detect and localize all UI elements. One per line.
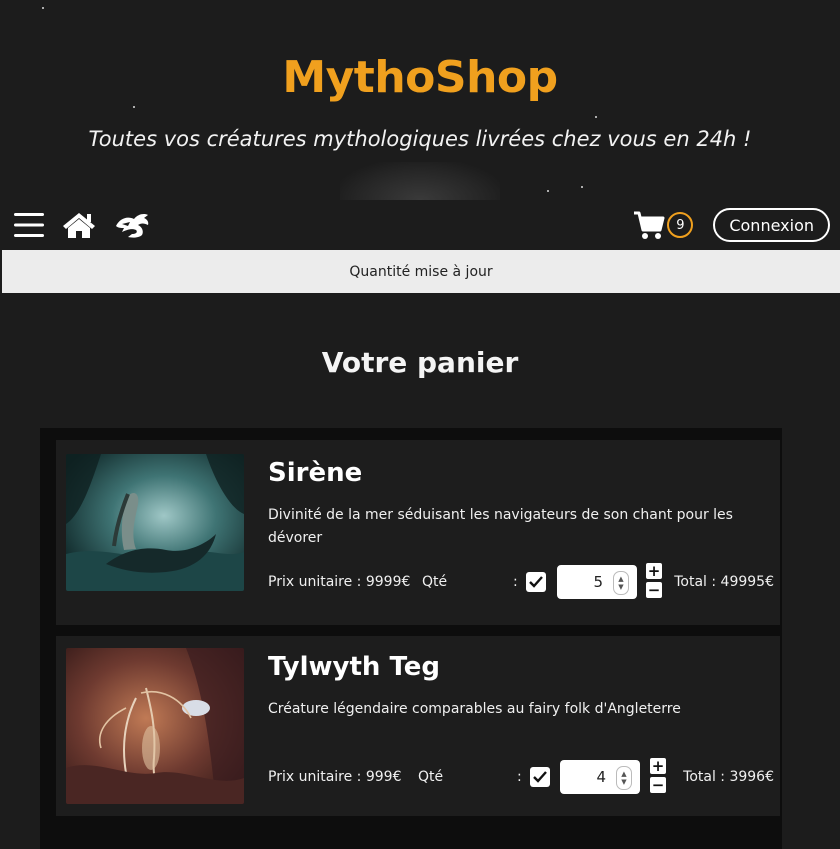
star-decoration — [42, 7, 44, 9]
quantity-colon: : — [513, 574, 518, 590]
item-description: Créature légendaire comparables au fairy… — [268, 701, 681, 717]
home-icon[interactable] — [62, 211, 96, 239]
cart-item: Tylwyth Teg Créature légendaire comparab… — [56, 636, 780, 816]
quantity-spinner[interactable]: ▲ ▼ — [613, 571, 629, 595]
item-name: Sirène — [268, 458, 363, 488]
header-glow — [340, 162, 500, 200]
cart-count-badge[interactable]: 9 — [667, 212, 694, 238]
star-decoration — [595, 116, 597, 118]
check-icon — [529, 576, 543, 588]
minus-icon[interactable]: − — [646, 582, 662, 598]
check-icon — [533, 771, 547, 783]
star-decoration — [581, 186, 583, 188]
quantity-stepper: + − — [650, 758, 666, 796]
item-description: Divinité de la mer séduisant les navigat… — [268, 507, 733, 546]
quantity-input[interactable]: 5 ▲ ▼ — [557, 565, 637, 599]
unit-price: Prix unitaire : 999€ — [268, 769, 402, 785]
navbar: 9 Connexion — [0, 200, 840, 250]
cart-list: Sirène Divinité de la mer séduisant les … — [40, 428, 782, 849]
product-image — [66, 648, 244, 804]
notification-banner: Quantité mise à jour — [2, 250, 840, 293]
quantity-label: Qté — [418, 769, 444, 785]
item-total: Total : 49995€ — [674, 574, 774, 590]
header: MythoShop Toutes vos créatures mythologi… — [0, 0, 840, 200]
dragon-icon[interactable] — [114, 210, 152, 240]
item-select-checkbox[interactable] — [526, 572, 546, 592]
cart-title: Votre panier — [321, 346, 519, 379]
item-name: Tylwyth Teg — [268, 652, 440, 682]
page: MythoShop Toutes vos créatures mythologi… — [0, 0, 840, 849]
item-controls: Prix unitaire : 9999€ Qté : 5 ▲ ▼ + − Tot… — [268, 563, 774, 601]
star-decoration — [547, 190, 549, 192]
quantity-stepper: + − — [646, 563, 662, 601]
quantity-input[interactable]: 4 ▲ ▼ — [560, 760, 640, 794]
login-button[interactable]: Connexion — [713, 208, 830, 242]
item-controls: Prix unitaire : 999€ Qté : 4 ▲ ▼ + − Tota… — [268, 758, 774, 796]
cart-icon[interactable] — [633, 210, 665, 240]
quantity-value: 5 — [593, 573, 603, 591]
quantity-value: 4 — [596, 768, 606, 786]
site-logo-title[interactable]: MythoShop — [0, 52, 840, 103]
cart-item: Sirène Divinité de la mer séduisant les … — [56, 440, 780, 625]
notification-text: Quantité mise à jour — [349, 263, 493, 280]
minus-icon[interactable]: − — [650, 777, 666, 793]
unit-price: Prix unitaire : 9999€ — [268, 574, 411, 590]
quantity-spinner[interactable]: ▲ ▼ — [616, 766, 632, 790]
item-total: Total : 3996€ — [683, 769, 774, 785]
plus-icon[interactable]: + — [646, 563, 662, 579]
quantity-label: Qté — [422, 574, 448, 590]
plus-icon[interactable]: + — [650, 758, 666, 774]
item-select-checkbox[interactable] — [530, 767, 550, 787]
quantity-colon: : — [517, 769, 522, 785]
menu-icon[interactable] — [14, 212, 44, 238]
product-image — [66, 454, 244, 591]
tagline: Toutes vos créatures mythologiques livré… — [88, 127, 752, 151]
star-decoration — [133, 106, 135, 108]
